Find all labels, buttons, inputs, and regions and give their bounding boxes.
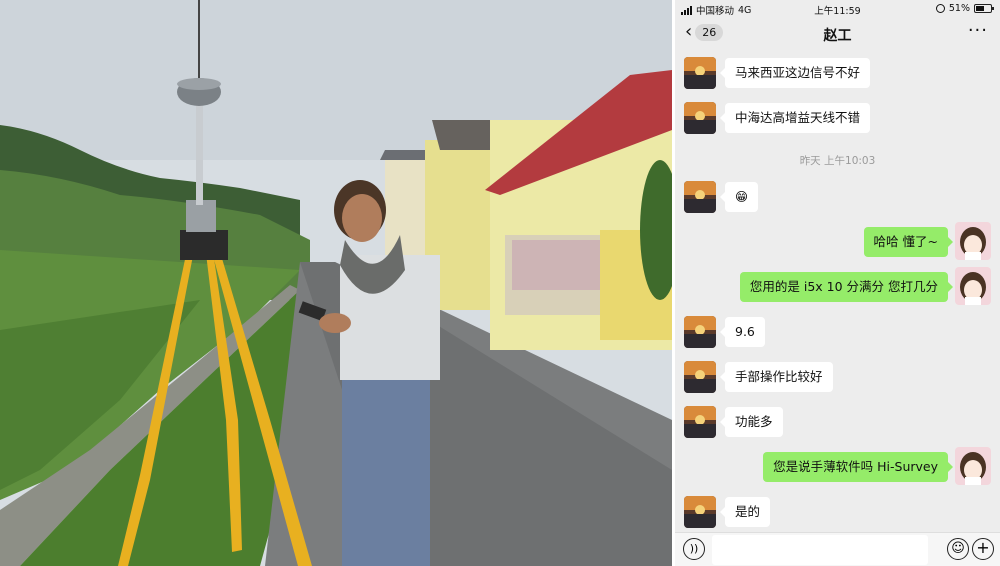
outgoing-message[interactable]: 哈哈 懂了~ <box>863 227 954 257</box>
message-row: 😁 <box>675 181 1000 217</box>
message-input-bar: )) ☺ + <box>675 532 1000 566</box>
wechat-screenshot: 中国移动 4G 上午11:59 51% ‹ 26 赵工 ··· 马来西亚这边信号… <box>675 0 1000 566</box>
contact-avatar[interactable] <box>684 102 716 134</box>
contact-avatar[interactable] <box>684 406 716 438</box>
user-avatar[interactable] <box>955 447 991 485</box>
orientation-lock-icon <box>935 4 945 13</box>
message-input[interactable] <box>712 535 928 565</box>
battery-icon <box>974 4 994 13</box>
outgoing-message[interactable]: 您是说手薄软件吗 Hi-Survey <box>763 452 953 482</box>
incoming-message[interactable]: 是的 <box>719 497 771 527</box>
message-row: 您是说手薄软件吗 Hi-Survey <box>675 447 1000 487</box>
message-row: 手部操作比较好 <box>675 361 1000 397</box>
emoji-icon[interactable]: ☺ <box>947 538 969 560</box>
message-row: 中海达高增益天线不错 <box>675 102 1000 138</box>
message-row: 9.6 <box>675 316 1000 352</box>
incoming-message[interactable]: 手部操作比较好 <box>720 362 833 392</box>
message-row: 功能多 <box>675 406 1000 442</box>
contact-avatar[interactable] <box>684 181 716 213</box>
status-bar: 中国移动 4G 上午11:59 51% <box>675 0 1000 18</box>
voice-icon[interactable]: )) <box>683 538 705 560</box>
field-survey-photo <box>0 0 672 566</box>
message-timestamp: 昨天 上午10:03 <box>799 155 876 167</box>
incoming-message[interactable]: 功能多 <box>720 407 783 437</box>
contact-avatar[interactable] <box>684 57 716 89</box>
chat-header: ‹ 26 赵工 ··· <box>675 18 1000 48</box>
incoming-emoji-message[interactable]: 😁 <box>719 182 759 212</box>
message-row: 哈哈 懂了~ <box>675 222 1000 262</box>
incoming-message[interactable]: 9.6 <box>720 317 765 347</box>
more-options-button[interactable]: ··· <box>968 20 988 41</box>
survey-scene-illustration <box>0 0 672 566</box>
contact-avatar[interactable] <box>684 316 716 348</box>
outgoing-message[interactable]: 您用的是 i5x 10 分满分 您打几分 <box>739 272 954 302</box>
incoming-message[interactable]: 中海达高增益天线不错 <box>719 103 871 133</box>
chat-title: 赵工 <box>823 28 852 44</box>
message-row: 是的 <box>675 496 1000 532</box>
message-row: 马来西亚这边信号不好 <box>675 57 1000 93</box>
user-avatar[interactable] <box>955 222 991 260</box>
contact-avatar[interactable] <box>684 361 716 393</box>
contact-avatar[interactable] <box>684 496 716 528</box>
incoming-message[interactable]: 马来西亚这边信号不好 <box>719 58 871 88</box>
message-row: 您用的是 i5x 10 分满分 您打几分 <box>675 267 1000 307</box>
user-avatar[interactable] <box>955 267 991 305</box>
battery-percent: 51% <box>948 3 970 14</box>
plus-icon[interactable]: + <box>972 538 994 560</box>
